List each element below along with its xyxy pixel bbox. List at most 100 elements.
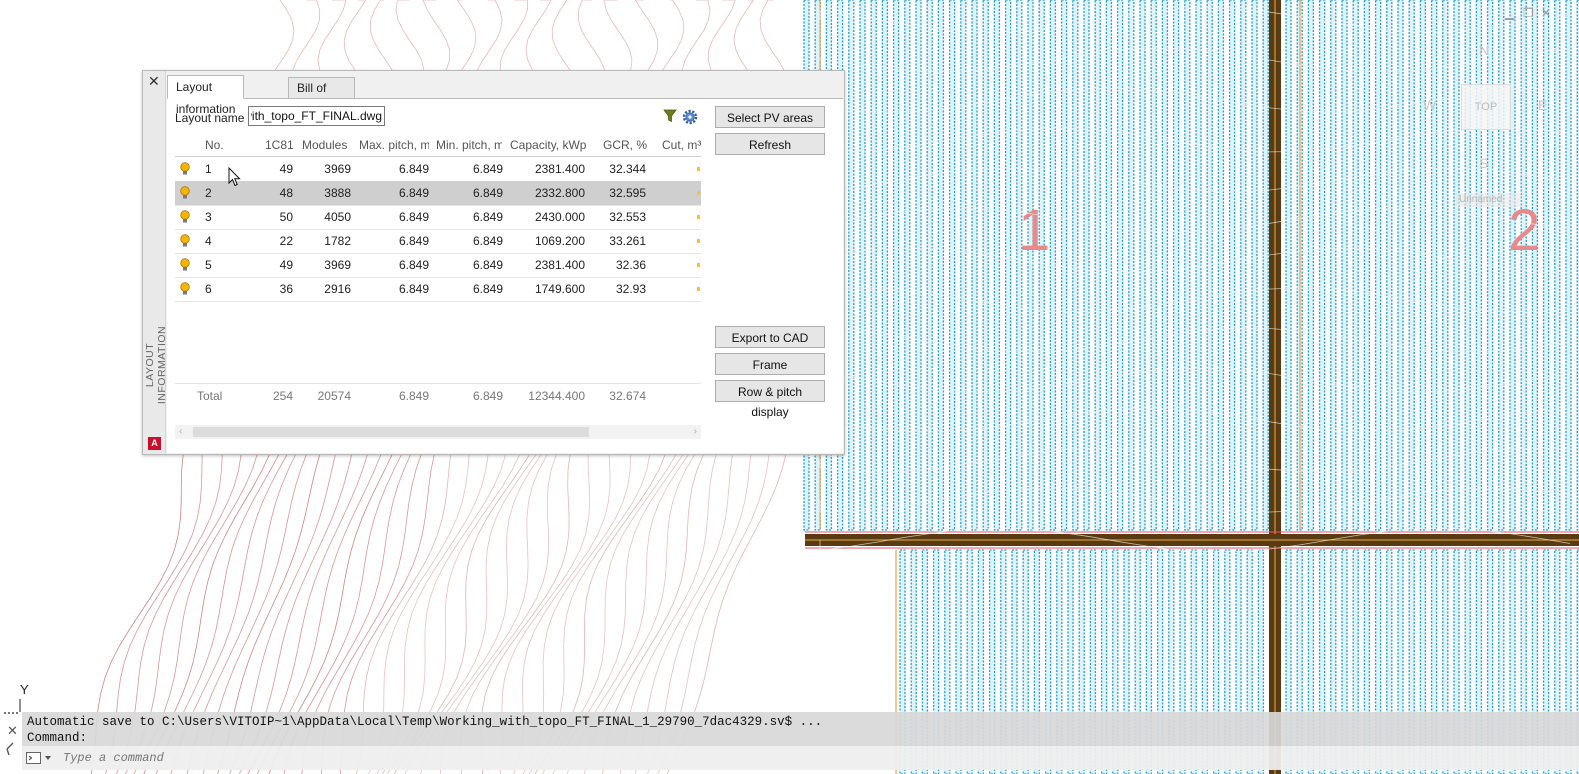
total-label: Total [197,389,223,403]
scroll-left-icon[interactable]: ‹ [179,425,182,439]
table-row[interactable]: 5 49 3969 6.849 6.849 2381.400 32.36 [175,253,701,278]
restore-icon[interactable]: ❐ [1523,6,1534,20]
area-label-2: 2 [1508,198,1540,263]
cell-c81: 36 [279,282,293,296]
column-header[interactable]: GCR, % [603,133,647,157]
cell-c81: 48 [279,186,293,200]
command-history: Automatic save to C:\Users\VITOIP~1\AppD… [22,712,1579,746]
cell-no: 4 [205,234,212,248]
table-row[interactable]: 6 36 2916 6.849 6.849 1749.600 32.93 [175,277,701,302]
cell-min-pitch: 6.849 [472,282,503,296]
cell-modules: 1782 [324,234,351,248]
cell-modules: 4050 [324,210,351,224]
wcs-menu[interactable]: Unnamed [1456,193,1521,207]
close-icon[interactable]: ✕ [148,73,160,90]
cell-gcr: 33.261 [609,234,646,248]
command-input[interactable] [61,750,665,766]
cell-modules: 3888 [324,186,351,200]
cell-gcr: 32.36 [615,258,646,272]
mouse-cursor-icon [228,167,241,187]
column-header[interactable]: No. [205,133,245,157]
cell-max-pitch: 6.849 [398,162,429,176]
cell-gcr: 32.344 [609,162,646,176]
filter-icon[interactable] [663,109,677,123]
table-row[interactable]: 1 49 3969 6.849 6.849 2381.400 32.344 [175,157,701,182]
table-row[interactable]: 4 22 1782 6.849 6.849 1069.200 33.261 [175,229,701,254]
cell-gcr: 32.595 [609,186,646,200]
viewcube-top-face[interactable]: TOP [1461,84,1511,130]
cell-capacity: 2430.000 [534,210,585,224]
total-c81: 254 [272,389,293,403]
cell-c81: 50 [279,210,293,224]
column-header[interactable]: Capacity, kWp [510,133,588,157]
total-gcr: 32.674 [609,389,646,403]
cell-c81: 49 [279,258,293,272]
refresh-button[interactable]: Refresh [715,133,825,155]
tab-layout-information[interactable]: Layout information [167,75,245,116]
visibility-bulb-icon[interactable] [179,234,191,248]
table-total-row: Total 254 20574 6.849 6.849 12344.400 32.674 [175,383,701,408]
column-header[interactable]: 1C81 [265,133,295,157]
app-logo-icon[interactable]: A [148,437,161,450]
cell-no: 5 [205,258,212,272]
layout-table[interactable]: No. 1C81 Modules Max. pitch, m Min. pitch, m… [175,133,701,443]
export-to-cad-button[interactable]: Export to CAD [715,326,825,348]
cell-capacity: 2381.400 [534,162,585,176]
cell-min-pitch: 6.849 [472,234,503,248]
ucs-axis-label: Y [20,682,29,697]
svg-text:✕: ✕ [7,723,18,738]
command-history-line: Automatic save to C:\Users\VITOIP~1\AppD… [27,715,823,729]
total-min-pitch: 6.849 [472,389,503,403]
cell-gcr: 32.553 [609,210,646,224]
table-row[interactable]: 2 48 3888 6.849 6.849 2332.800 32.595 [175,181,701,206]
cell-modules: 3969 [324,162,351,176]
command-prompt-icon[interactable] [26,752,54,764]
column-header[interactable]: Cut, m³ [662,133,701,157]
cell-capacity: 2381.400 [534,258,585,272]
table-row[interactable]: 3 50 4050 6.849 6.849 2430.000 32.553 [175,205,701,230]
visibility-bulb-icon[interactable] [179,162,191,176]
viewcube-east[interactable]: E [1538,97,1547,113]
viewcube-north[interactable]: N [1479,42,1489,58]
column-header[interactable]: Min. pitch, m [436,133,502,157]
cell-min-pitch: 6.849 [472,258,503,272]
layout-name-field[interactable] [248,106,385,126]
visibility-bulb-icon[interactable] [179,258,191,272]
cell-modules: 2916 [324,282,351,296]
frame-information-button[interactable]: Frame information [715,353,825,392]
column-header[interactable]: Max. pitch, m [359,133,429,157]
scrollbar-thumb[interactable] [193,427,589,437]
cell-capacity: 1749.600 [534,282,585,296]
select-pv-areas-button[interactable]: Select PV areas [715,106,825,128]
total-modules: 20574 [317,389,351,403]
cell-modules: 3969 [324,258,351,272]
cell-max-pitch: 6.849 [398,210,429,224]
visibility-bulb-icon[interactable] [179,282,191,296]
tab-bill-of-materials[interactable]: Bill of Materials [288,77,355,115]
gear-icon[interactable] [682,109,698,125]
cell-no: 3 [205,210,212,224]
table-horizontal-scrollbar[interactable]: ‹ › [175,425,701,439]
visibility-bulb-icon[interactable] [179,186,191,200]
close-drawing-icon[interactable]: ✕ [1541,6,1551,20]
minimize-icon[interactable]: ▁ [1505,6,1514,20]
viewcube-south[interactable]: S [1479,155,1488,171]
visibility-bulb-icon[interactable] [179,210,191,224]
palette-vertical-title: LAYOUT INFORMATION [144,325,168,405]
command-history-line: Command: [27,731,88,745]
command-input-bar [22,746,1579,770]
palette-title-strip[interactable]: ✕ LAYOUT INFORMATION A [143,71,168,454]
row-pitch-display-button[interactable]: Row & pitch display [715,380,825,419]
scroll-right-icon[interactable]: › [694,425,697,439]
viewcube-west[interactable]: W [1423,97,1436,113]
layout-information-panel: Layout name Select PV areas Refresh Expo… [167,99,843,453]
cell-max-pitch: 6.849 [398,234,429,248]
cell-c81: 22 [279,234,293,248]
cell-max-pitch: 6.849 [398,282,429,296]
command-line-grip[interactable]: ✕ [3,711,19,769]
column-header[interactable]: Modules [302,133,354,157]
total-capacity: 12344.400 [528,389,585,403]
cell-gcr: 32.93 [615,282,646,296]
cell-max-pitch: 6.849 [398,186,429,200]
cell-min-pitch: 6.849 [472,162,503,176]
